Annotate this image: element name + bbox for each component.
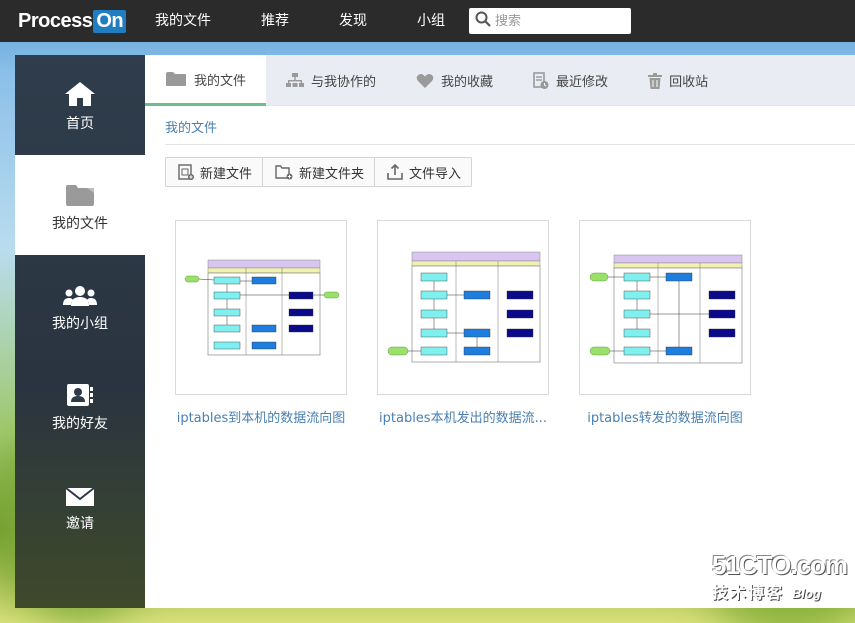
new-file-label: 新建文件 <box>200 166 253 182</box>
sidebar-item-label: 我的好友 <box>52 416 108 432</box>
search-box <box>469 8 631 34</box>
tab-recycle-bin[interactable]: 回收站 <box>628 55 728 106</box>
watermark-subtitle: 技术博客 <box>712 583 785 602</box>
file-card[interactable]: iptables到本机的数据流向图 <box>175 220 347 426</box>
watermark-blog: Blog <box>792 586 821 601</box>
tab-label: 最近修改 <box>556 75 609 90</box>
heart-icon <box>416 73 434 89</box>
file-thumbnail[interactable] <box>579 220 751 395</box>
logo-text: Process <box>18 9 93 32</box>
file-grid: iptables到本机的数据流向图 iptables本机发出的数据流... ip… <box>175 220 781 426</box>
sidebar-item-my-friends[interactable]: 我的好友 <box>15 355 145 455</box>
file-thumbnail[interactable] <box>175 220 347 395</box>
import-icon <box>387 164 403 180</box>
tab-label: 回收站 <box>669 75 709 90</box>
nav-item-groups[interactable]: 小组 <box>417 0 445 42</box>
mail-icon <box>65 477 95 507</box>
sidebar-item-label: 我的小组 <box>52 316 108 332</box>
group-icon <box>63 277 97 307</box>
folder-icon <box>165 71 187 87</box>
search-input[interactable] <box>495 13 615 29</box>
breadcrumb[interactable]: 我的文件 <box>165 117 217 136</box>
file-name[interactable]: iptables本机发出的数据流... <box>377 407 549 426</box>
top-navigation-bar: Process On 我的文件 推荐 发现 小组 <box>0 0 855 42</box>
new-folder-label: 新建文件夹 <box>299 166 365 182</box>
processon-logo[interactable]: Process On <box>18 8 127 34</box>
main-nav: 我的文件 推荐 发现 小组 <box>155 0 495 42</box>
document-clock-icon <box>533 71 549 90</box>
new-file-icon <box>178 164 194 180</box>
import-file-button[interactable]: 文件导入 <box>375 158 471 186</box>
file-name[interactable]: iptables转发的数据流向图 <box>579 407 751 426</box>
new-folder-icon <box>275 164 293 180</box>
nav-item-discover[interactable]: 发现 <box>339 0 367 42</box>
file-card[interactable]: iptables本机发出的数据流... <box>377 220 549 426</box>
tab-favorites[interactable]: 我的收藏 <box>396 55 513 106</box>
new-file-button[interactable]: 新建文件 <box>166 158 264 186</box>
tab-shared-with-me[interactable]: 与我协作的 <box>266 55 396 106</box>
new-folder-button[interactable]: 新建文件夹 <box>263 158 376 186</box>
file-toolbar: 新建文件 新建文件夹 文件导入 <box>165 157 473 187</box>
sidebar-item-my-files[interactable]: 我的文件 <box>15 155 145 255</box>
tab-label: 与我协作的 <box>311 75 377 90</box>
tab-my-files[interactable]: 我的文件 <box>145 55 267 106</box>
sidebar-item-label: 邀请 <box>66 516 94 532</box>
site-watermark: 51CTO.com 技术博客 Blog <box>712 550 848 610</box>
sidebar-item-label: 我的文件 <box>52 216 108 232</box>
search-icon[interactable] <box>475 11 491 31</box>
nav-item-my-files[interactable]: 我的文件 <box>155 0 211 42</box>
left-sidebar: 首页 我的文件 我的小组 我的好友 邀请 <box>15 55 145 608</box>
import-label: 文件导入 <box>409 166 462 182</box>
sidebar-item-my-groups[interactable]: 我的小组 <box>15 255 145 355</box>
folder-icon <box>65 177 95 207</box>
tab-label: 我的收藏 <box>441 75 494 90</box>
file-name[interactable]: iptables到本机的数据流向图 <box>175 407 347 426</box>
home-icon <box>64 77 96 107</box>
watermark-site: 51CTO.com <box>712 550 848 580</box>
tab-label: 我的文件 <box>194 73 247 89</box>
nav-item-recommend[interactable]: 推荐 <box>261 0 289 42</box>
sidebar-item-label: 首页 <box>66 116 94 132</box>
contacts-icon <box>66 377 94 407</box>
divider <box>165 144 855 145</box>
org-chart-icon <box>286 72 305 89</box>
file-tabs: 我的文件 与我协作的 我的收藏 最近修改 回收站 <box>145 55 855 106</box>
file-card[interactable]: iptables转发的数据流向图 <box>579 220 751 426</box>
file-thumbnail[interactable] <box>377 220 549 395</box>
sidebar-item-invite[interactable]: 邀请 <box>15 455 145 555</box>
sidebar-item-home[interactable]: 首页 <box>15 55 145 155</box>
trash-icon <box>648 72 663 89</box>
logo-badge: On <box>93 9 127 33</box>
tab-recently-modified[interactable]: 最近修改 <box>513 55 628 106</box>
main-panel: 我的文件 与我协作的 我的收藏 最近修改 回收站 我的文件 新建文件 新建文件夹… <box>145 55 855 608</box>
